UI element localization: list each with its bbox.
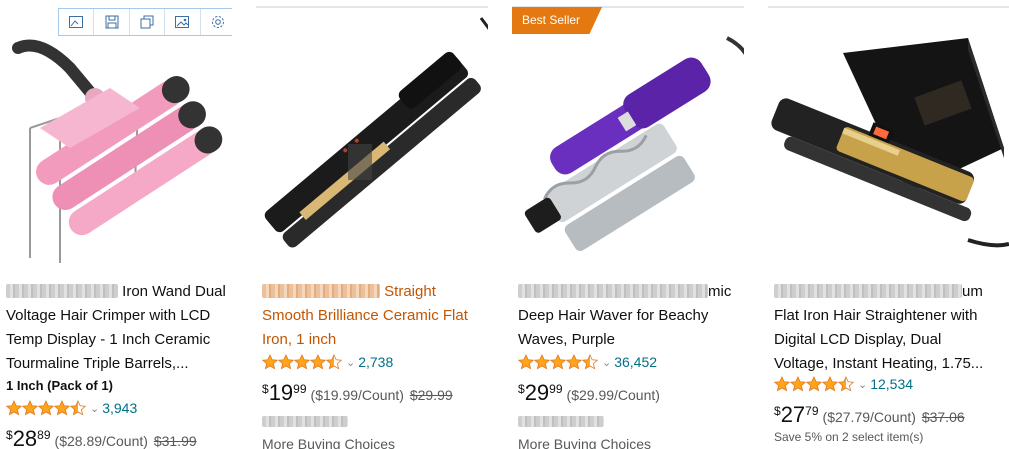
- rating-count[interactable]: 2,738: [358, 354, 393, 370]
- product-card[interactable]: um Flat Iron Hair Straightener with Digi…: [768, 0, 1009, 449]
- save-icon[interactable]: [94, 9, 130, 35]
- redacted-text: [6, 284, 118, 298]
- product-title[interactable]: um Flat Iron Hair Straightener with Digi…: [774, 280, 1009, 376]
- rating[interactable]: ⌄ 2,738: [262, 354, 393, 370]
- product-image[interactable]: [0, 8, 232, 270]
- product-image[interactable]: [256, 8, 488, 270]
- star-icon: [38, 400, 54, 416]
- product-card[interactable]: Straight Smooth Brilliance Ceramic Flat …: [256, 0, 488, 449]
- list-price: $37.06: [921, 409, 965, 425]
- star-icon: [70, 400, 86, 416]
- redacted-text: [774, 284, 962, 298]
- rating-count[interactable]: 3,943: [102, 400, 137, 416]
- star-icon: [822, 376, 838, 392]
- star-icon: [806, 376, 822, 392]
- star-rating-icon: [774, 376, 854, 392]
- rating[interactable]: ⌄ 36,452: [518, 354, 657, 370]
- chevron-down-icon[interactable]: ⌄: [346, 356, 355, 369]
- image-icon[interactable]: [165, 9, 201, 35]
- star-icon: [54, 400, 70, 416]
- product-title[interactable]: Iron Wand Dual Voltage Hair Crimper with…: [6, 280, 232, 376]
- redacted-text: [262, 284, 380, 298]
- list-price: $31.99: [153, 433, 197, 449]
- best-seller-badge: Best Seller: [512, 7, 603, 34]
- star-icon: [582, 354, 598, 370]
- star-icon: [838, 376, 854, 392]
- product-title[interactable]: mic Deep Hair Waver for Beachy Waves, Pu…: [518, 280, 744, 352]
- list-price: $29.99: [409, 387, 453, 403]
- settings-icon[interactable]: [201, 9, 232, 35]
- star-icon: [774, 376, 790, 392]
- product-image[interactable]: [768, 8, 1009, 270]
- unit-price: ($29.99/Count): [566, 387, 660, 403]
- star-icon: [262, 354, 278, 370]
- star-rating-icon: [6, 400, 86, 416]
- price[interactable]: $2889 ($28.89/Count) $31.99: [6, 426, 197, 449]
- star-icon: [294, 354, 310, 370]
- rating[interactable]: ⌄ 12,534: [774, 376, 913, 392]
- size-label: 1 Inch (Pack of 1): [6, 378, 113, 393]
- unit-price: ($27.79/Count): [822, 409, 916, 425]
- copy-icon[interactable]: [130, 9, 166, 35]
- star-icon: [6, 400, 22, 416]
- product-card[interactable]: Best Seller mic Deep Hair Waver for Beac…: [512, 0, 744, 449]
- star-icon: [278, 354, 294, 370]
- coupon-text[interactable]: Save 5% on 2 select item(s): [774, 430, 923, 444]
- star-icon: [326, 354, 342, 370]
- product-card[interactable]: Iron Wand Dual Voltage Hair Crimper with…: [0, 0, 232, 449]
- redacted-text: [518, 284, 708, 298]
- unit-price: ($19.99/Count): [310, 387, 404, 403]
- star-icon: [310, 354, 326, 370]
- star-icon: [550, 354, 566, 370]
- rating-count[interactable]: 12,534: [870, 376, 913, 392]
- star-icon: [22, 400, 38, 416]
- chevron-down-icon[interactable]: ⌄: [602, 356, 611, 369]
- rating[interactable]: ⌄ 3,943: [6, 400, 137, 416]
- price[interactable]: $1999 ($19.99/Count) $29.99: [262, 380, 453, 406]
- more-buying-choices[interactable]: More Buying Choices: [262, 436, 395, 449]
- redacted-text: [262, 416, 348, 427]
- unit-price: ($28.89/Count): [54, 433, 148, 449]
- redacted-text: [518, 416, 604, 427]
- star-icon: [534, 354, 550, 370]
- star-icon: [790, 376, 806, 392]
- price[interactable]: $2779 ($27.79/Count) $37.06: [774, 402, 965, 428]
- star-rating-icon: [518, 354, 598, 370]
- more-buying-choices[interactable]: More Buying Choices: [518, 436, 651, 449]
- product-image[interactable]: [512, 8, 744, 270]
- star-icon: [566, 354, 582, 370]
- price[interactable]: $2999 ($29.99/Count): [518, 380, 660, 406]
- rating-count[interactable]: 36,452: [614, 354, 657, 370]
- image-edit-icon[interactable]: [59, 9, 95, 35]
- star-icon: [518, 354, 534, 370]
- chevron-down-icon[interactable]: ⌄: [858, 378, 867, 391]
- product-title[interactable]: Straight Smooth Brilliance Ceramic Flat …: [262, 280, 488, 352]
- image-toolbar: [58, 8, 232, 36]
- star-rating-icon: [262, 354, 342, 370]
- chevron-down-icon[interactable]: ⌄: [90, 402, 99, 415]
